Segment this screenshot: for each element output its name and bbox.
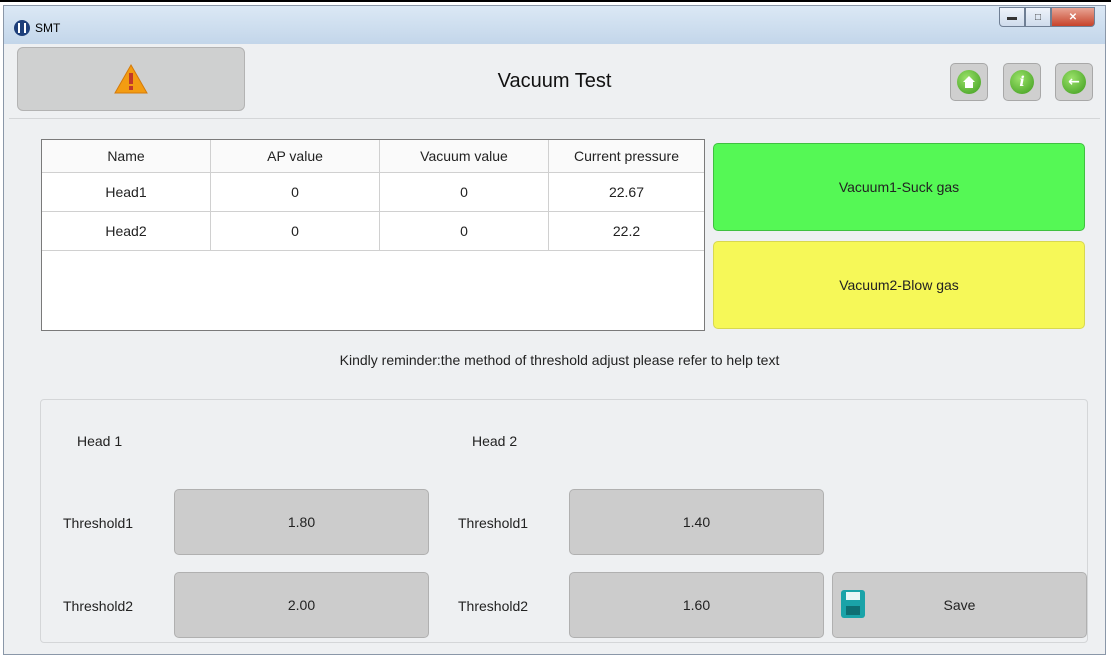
- table-header-row: Name AP value Vacuum value Current press…: [42, 140, 704, 173]
- client-area: Vacuum Test i ← Name AP value Vacuum val…: [9, 44, 1100, 650]
- window-controls: ▬ □ ✕: [999, 7, 1095, 27]
- main-window: SMT ▬ □ ✕ Vacuum Test i ← Name AP value …: [3, 5, 1106, 655]
- save-button[interactable]: Save: [832, 572, 1087, 638]
- cell-vacuum-value: 0: [379, 172, 549, 212]
- warning-icon: [114, 63, 148, 94]
- head2-threshold2-input[interactable]: 1.60: [569, 572, 824, 638]
- threshold-panel: Head 1 Head 2 Threshold1 1.80 Threshold1…: [40, 399, 1088, 643]
- head1-threshold1-input[interactable]: 1.80: [174, 489, 429, 555]
- back-arrow-icon: ←: [1062, 70, 1086, 94]
- cell-current-pressure: 22.67: [548, 172, 704, 212]
- top-border: [0, 0, 1111, 2]
- header-name: Name: [42, 140, 211, 173]
- reminder-text: Kindly reminder:the method of threshold …: [339, 352, 780, 368]
- save-label: Save: [943, 597, 976, 613]
- head2-threshold1-input[interactable]: 1.40: [569, 489, 824, 555]
- minimize-icon: ▬: [1007, 11, 1017, 23]
- window-title: SMT: [35, 21, 61, 35]
- back-button[interactable]: ←: [1055, 63, 1093, 101]
- warning-button[interactable]: [17, 47, 245, 111]
- close-icon: ✕: [1068, 11, 1078, 23]
- app-icon: [14, 20, 30, 36]
- cell-name: Head1: [42, 172, 211, 212]
- cell-ap-value: 0: [210, 211, 380, 251]
- head2-threshold1-label: Threshold1: [458, 515, 529, 531]
- head2-threshold2-label: Threshold2: [458, 598, 529, 614]
- info-icon: i: [1010, 70, 1034, 94]
- vacuum2-blow-gas-button[interactable]: Vacuum2-Blow gas: [713, 241, 1085, 329]
- table-row[interactable]: Head1 0 0 22.67: [42, 172, 704, 212]
- cell-name: Head2: [42, 211, 211, 251]
- cell-current-pressure: 22.2: [548, 211, 704, 251]
- maximize-button[interactable]: □: [1025, 7, 1051, 27]
- header-current-pressure: Current pressure: [548, 140, 704, 173]
- head1-threshold2-input[interactable]: 2.00: [174, 572, 429, 638]
- header-vacuum-value: Vacuum value: [379, 140, 549, 173]
- header-ap-value: AP value: [210, 140, 380, 173]
- home-button[interactable]: [950, 63, 988, 101]
- vacuum1-suck-gas-button[interactable]: Vacuum1-Suck gas: [713, 143, 1085, 231]
- head2-label: Head 2: [472, 433, 518, 449]
- info-button[interactable]: i: [1003, 63, 1041, 101]
- head1-threshold1-label: Threshold1: [63, 515, 134, 531]
- home-icon: [957, 70, 981, 94]
- minimize-button[interactable]: ▬: [999, 7, 1025, 27]
- title-bar[interactable]: SMT ▬ □ ✕: [4, 6, 1105, 44]
- table-row[interactable]: Head2 0 0 22.2: [42, 211, 704, 251]
- close-button[interactable]: ✕: [1051, 7, 1095, 27]
- cell-ap-value: 0: [210, 172, 380, 212]
- head1-label: Head 1: [77, 433, 123, 449]
- maximize-icon: □: [1034, 11, 1042, 23]
- header-bar: Vacuum Test i ←: [9, 44, 1100, 119]
- cell-vacuum-value: 0: [379, 211, 549, 251]
- pressure-table: Name AP value Vacuum value Current press…: [41, 139, 705, 331]
- head1-threshold2-label: Threshold2: [63, 598, 134, 614]
